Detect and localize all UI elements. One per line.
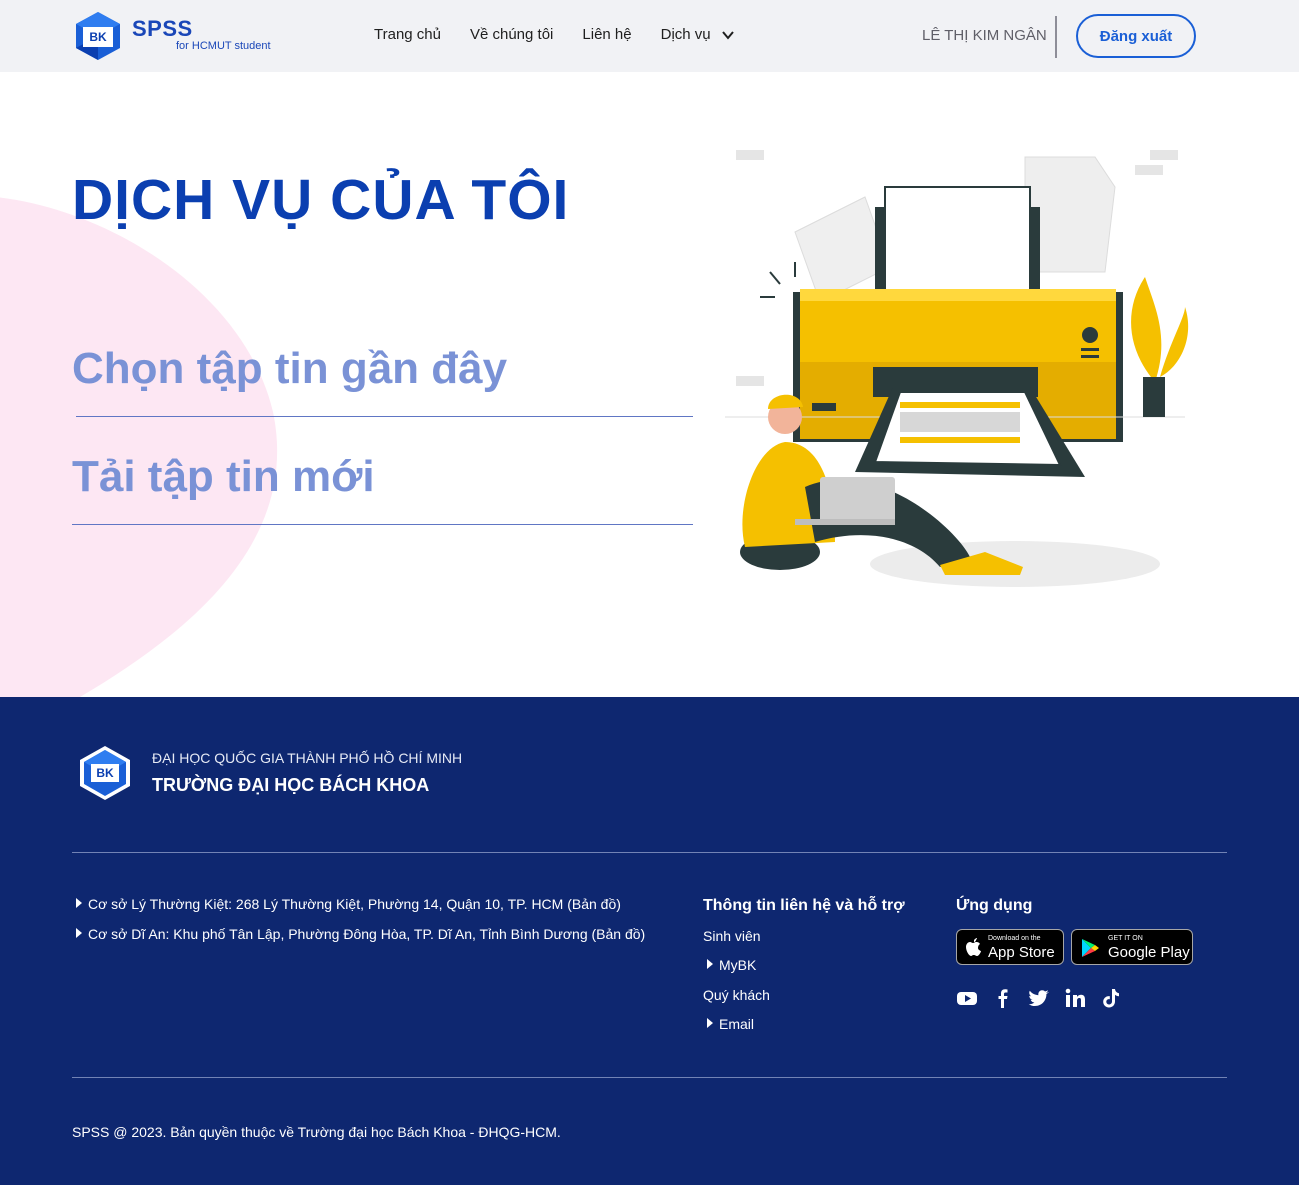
- youtube-icon[interactable]: [956, 987, 978, 1009]
- bk-logo-icon[interactable]: BK: [72, 10, 124, 62]
- university-name: ĐẠI HỌC QUỐC GIA THÀNH PHỐ HỒ CHÍ MINH: [152, 750, 463, 766]
- brand-name: SPSS: [132, 16, 193, 41]
- contact-student: Sinh viên: [703, 928, 761, 944]
- caret-right-icon: [707, 1018, 713, 1028]
- mybk-label: MyBK: [719, 957, 757, 973]
- google-play-button[interactable]: GET IT ON Google Play: [1071, 929, 1193, 965]
- school-name: TRƯỜNG ĐẠI HỌC BÁCH KHOA: [152, 775, 430, 795]
- top-navbar: BK SPSS for HCMUT student Trang chủ Về c…: [0, 0, 1299, 72]
- apps-title: Ứng dụng: [956, 897, 1033, 914]
- twitter-icon[interactable]: [1028, 987, 1050, 1009]
- nav-services-label: Dịch vụ: [660, 26, 711, 43]
- chevron-down-icon: [721, 30, 734, 40]
- brand-subtitle: for HCMUT student: [176, 40, 271, 52]
- upload-new-file-option[interactable]: Tải tập tin mới: [72, 452, 375, 502]
- bk-logo-icon[interactable]: BK: [76, 744, 134, 802]
- footer-divider: [72, 1077, 1227, 1078]
- option-divider: [72, 524, 693, 525]
- nav-services[interactable]: Dịch vụ: [661, 26, 735, 43]
- caret-right-icon: [707, 959, 713, 969]
- google-play-small: GET IT ON: [1108, 935, 1143, 942]
- header-divider: [1055, 16, 1057, 58]
- email-label: Email: [719, 1016, 755, 1032]
- nav-about[interactable]: Về chúng tôi: [470, 26, 553, 43]
- tiktok-icon[interactable]: [1100, 987, 1122, 1009]
- printer-illustration: INVOICE: [725, 150, 1189, 587]
- choose-recent-file-option[interactable]: Chọn tập tin gần đây: [72, 344, 507, 394]
- caret-right-icon: [76, 928, 82, 938]
- campus-address-link[interactable]: Cơ sở Dĩ An: Khu phố Tân Lập, Phường Đôn…: [76, 926, 645, 942]
- linkedin-icon[interactable]: [1064, 987, 1086, 1009]
- svg-text:INVOICE: INVOICE: [928, 464, 965, 474]
- google-play-icon: [1082, 939, 1099, 957]
- caret-right-icon: [76, 898, 82, 908]
- app-store-small: Download on the: [988, 935, 1041, 942]
- page-title: DỊCH VỤ CỦA TÔI: [72, 168, 570, 232]
- copyright-text: SPSS @ 2023. Bản quyền thuộc về Trường đ…: [72, 1124, 561, 1140]
- email-link[interactable]: Email: [707, 1016, 754, 1032]
- google-play-big: Google Play: [1108, 944, 1190, 961]
- brand[interactable]: SPSS for HCMUT student: [132, 16, 271, 53]
- contact-guest: Quý khách: [703, 987, 770, 1003]
- address-text: Cơ sở Dĩ An: Khu phố Tân Lập, Phường Đôn…: [88, 926, 646, 942]
- footer-divider: [72, 852, 1227, 853]
- nav-home[interactable]: Trang chủ: [374, 26, 441, 43]
- mybk-link[interactable]: MyBK: [707, 957, 756, 973]
- option-divider: [76, 416, 693, 417]
- contact-title: Thông tin liên hệ và hỗ trợ: [703, 897, 905, 914]
- logout-button[interactable]: Đăng xuất: [1076, 14, 1196, 58]
- main-nav: Trang chủ Về chúng tôi Liên hệ Dịch vụ: [374, 26, 764, 43]
- footer: BK ĐẠI HỌC QUỐC GIA THÀNH PHỐ HỒ CHÍ MIN…: [0, 697, 1299, 1185]
- nav-contact[interactable]: Liên hệ: [582, 26, 631, 43]
- svg-text:BK: BK: [89, 30, 107, 44]
- app-store-big: App Store: [988, 944, 1055, 961]
- address-text: Cơ sở Lý Thường Kiệt: 268 Lý Thường Kiệt…: [88, 896, 621, 912]
- svg-text:BK: BK: [96, 766, 114, 780]
- app-store-button[interactable]: Download on the App Store: [956, 929, 1064, 965]
- apple-icon: [966, 938, 981, 956]
- campus-address-link[interactable]: Cơ sở Lý Thường Kiệt: 268 Lý Thường Kiệt…: [76, 896, 621, 912]
- user-name: LÊ THỊ KIM NGÂN: [922, 27, 1047, 44]
- facebook-icon[interactable]: [992, 987, 1014, 1009]
- hero-section: DỊCH VỤ CỦA TÔI Chọn tập tin gần đây Tải…: [0, 72, 1299, 697]
